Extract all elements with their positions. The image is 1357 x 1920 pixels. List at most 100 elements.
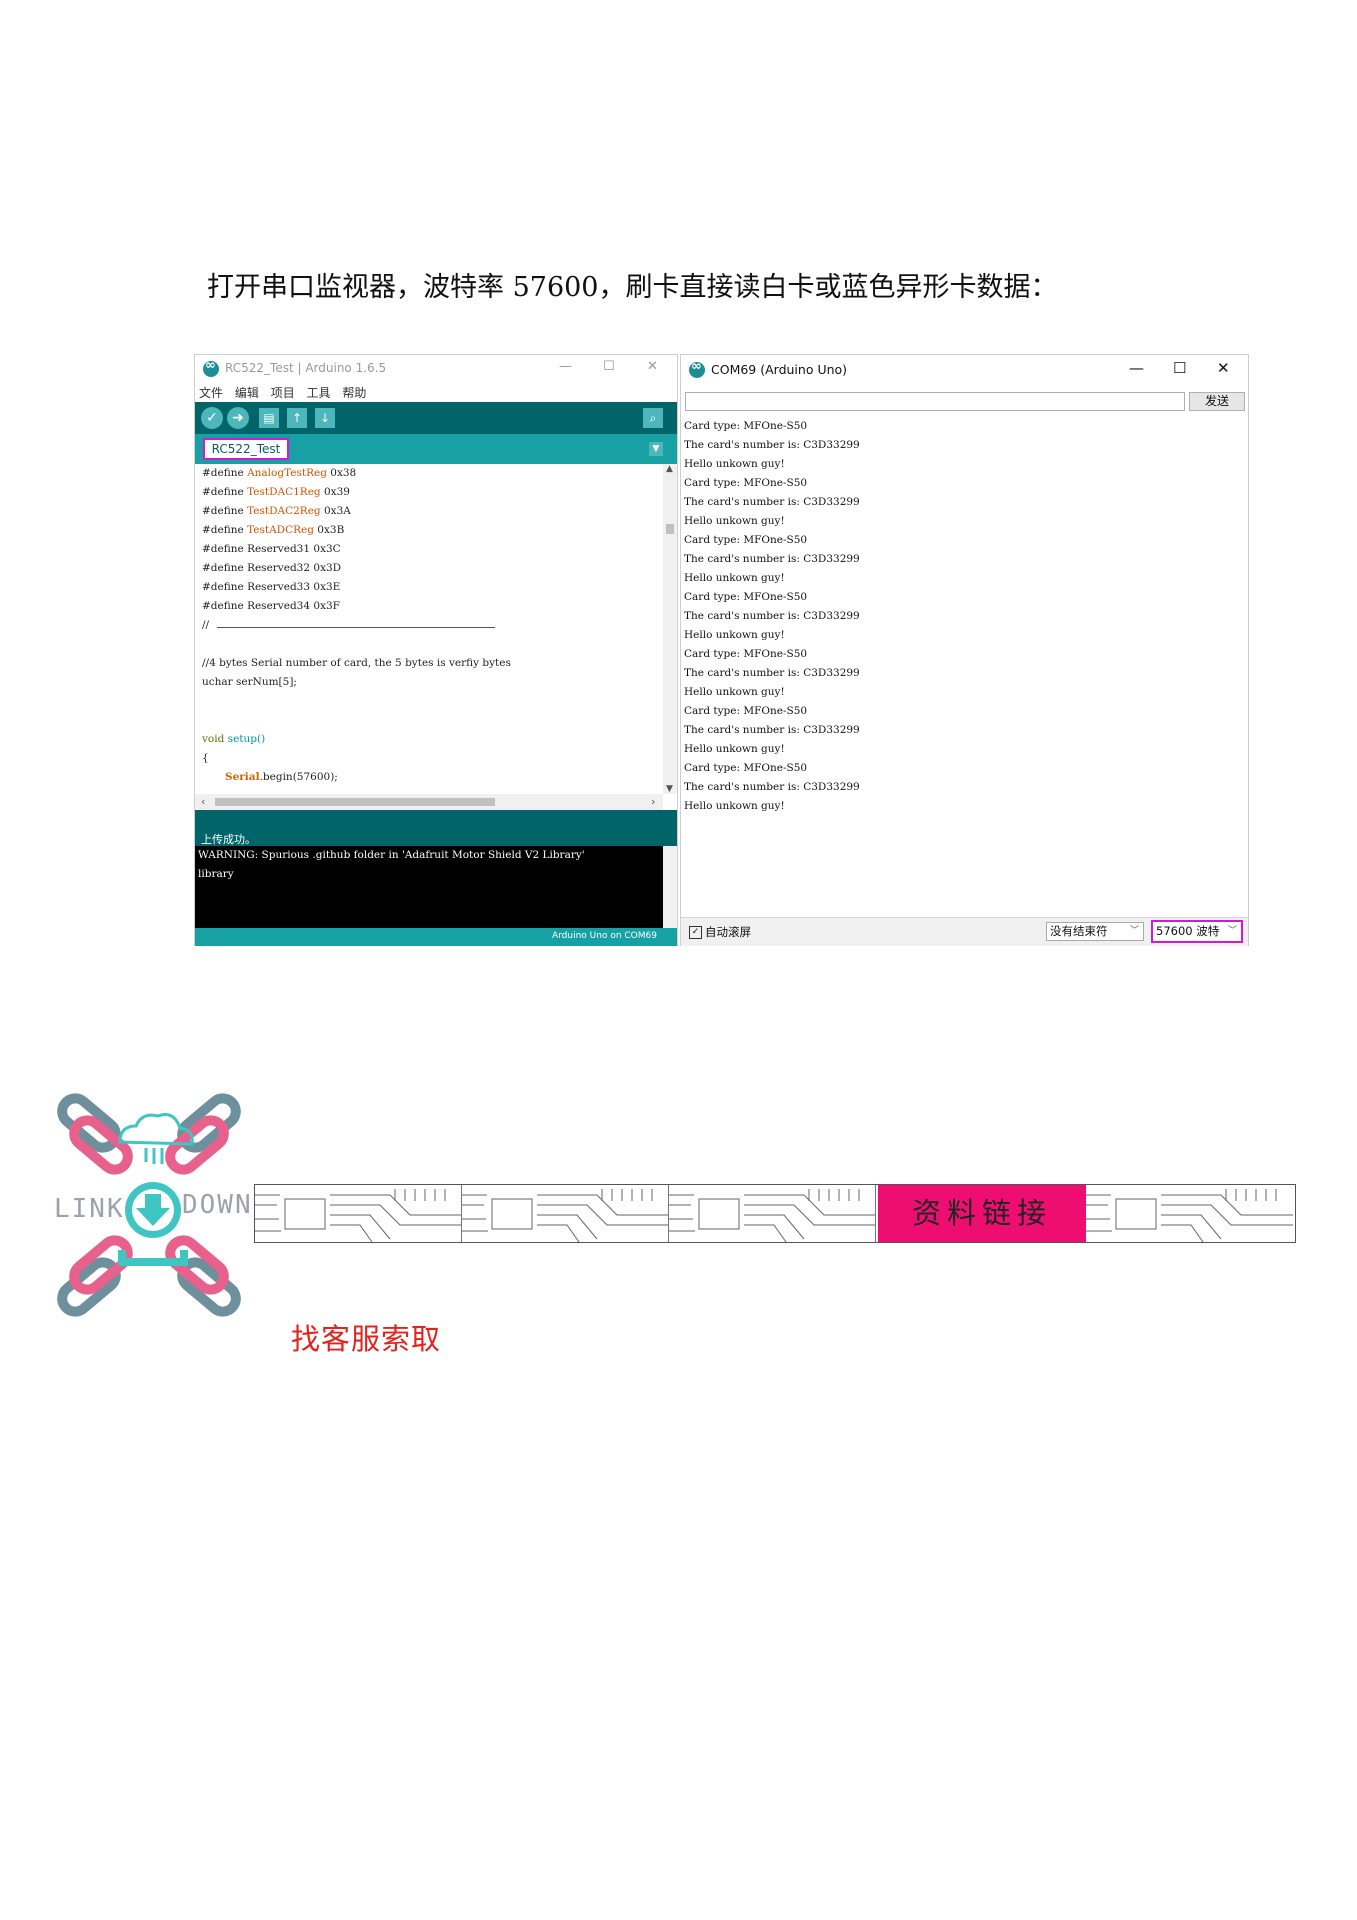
minimize-icon[interactable]: — bbox=[559, 359, 572, 374]
circuit-pattern-icon bbox=[462, 1185, 669, 1242]
ide-tabbar: RC522_Test ▼ bbox=[195, 434, 677, 464]
resource-link-button[interactable]: 资料链接 bbox=[878, 1185, 1086, 1242]
output-line: The card's number is: C3D33299 bbox=[684, 439, 860, 451]
minimize-icon[interactable]: — bbox=[1129, 359, 1144, 377]
output-line: Card type: MFOne-S50 bbox=[684, 477, 808, 489]
menu-edit[interactable]: 编辑 bbox=[235, 386, 259, 400]
resource-banner: 资料链接 bbox=[254, 1184, 1296, 1243]
menu-sketch[interactable]: 项目 bbox=[271, 386, 295, 400]
code-line: #define TestDAC2Reg 0x3A bbox=[202, 505, 351, 517]
code-line: #define AnalogTestReg 0x38 bbox=[202, 467, 357, 479]
down-word: DOWN bbox=[182, 1190, 253, 1220]
output-line: Hello unkown guy! bbox=[684, 800, 785, 812]
comment-divider bbox=[217, 627, 495, 628]
output-line: Hello unkown guy! bbox=[684, 458, 785, 470]
output-line: The card's number is: C3D33299 bbox=[684, 781, 860, 793]
scroll-down-icon[interactable]: ▼ bbox=[666, 784, 673, 794]
code-line: void setup() bbox=[202, 733, 266, 745]
output-line: The card's number is: C3D33299 bbox=[684, 724, 860, 736]
editor-horizontal-scrollbar[interactable]: ‹ › bbox=[195, 794, 663, 810]
ide-toolbar: ✓ ➜ ▤ ↑ ↓ ⌕ bbox=[195, 402, 677, 434]
monitor-titlebar: COM69 (Arduino Uno) — ☐ ✕ bbox=[681, 355, 1248, 385]
ide-title: RC522_Test | Arduino 1.6.5 bbox=[225, 361, 387, 375]
scroll-thumb[interactable] bbox=[215, 798, 495, 806]
scroll-right-icon[interactable]: › bbox=[651, 795, 655, 808]
arduino-logo-icon bbox=[203, 358, 219, 377]
code-comment: //4 bytes Serial number of card, the 5 b… bbox=[202, 657, 511, 669]
serial-output: Card type: MFOne-S50 The card's number i… bbox=[681, 417, 1248, 917]
link-word: LINK bbox=[54, 1194, 125, 1224]
scroll-left-icon[interactable]: ‹ bbox=[201, 795, 205, 808]
ide-footer: Arduino Uno on COM69 bbox=[195, 928, 677, 946]
board-port: Arduino Uno on COM69 bbox=[551, 931, 657, 941]
circuit-pattern-icon bbox=[1086, 1185, 1293, 1242]
send-button[interactable]: 发送 bbox=[1189, 392, 1245, 411]
code-line: #define TestDAC1Reg 0x39 bbox=[202, 486, 350, 498]
circuit-pattern-icon bbox=[255, 1185, 462, 1242]
line-ending-select[interactable]: 没有结束符 ﹀ bbox=[1046, 922, 1144, 941]
autoscroll-label: 自动滚屏 bbox=[705, 925, 751, 939]
code-line: Serial.begin(57600); bbox=[225, 771, 338, 783]
output-line: The card's number is: C3D33299 bbox=[684, 553, 860, 565]
ide-console: WARNING: Spurious .github folder in 'Ada… bbox=[195, 846, 677, 928]
new-sketch-icon[interactable]: ▤ bbox=[259, 408, 279, 428]
maximize-icon[interactable]: ☐ bbox=[603, 359, 615, 374]
output-line: Card type: MFOne-S50 bbox=[684, 648, 808, 660]
code-line: #define Reserved32 0x3D bbox=[202, 562, 342, 574]
arduino-logo-icon bbox=[689, 359, 705, 378]
serial-monitor-icon[interactable]: ⌕ bbox=[643, 408, 663, 428]
editor-vertical-scrollbar[interactable]: ▲ ▼ bbox=[663, 464, 677, 794]
console-line: WARNING: Spurious .github folder in 'Ada… bbox=[198, 849, 585, 861]
output-line: Hello unkown guy! bbox=[684, 629, 785, 641]
baud-rate-select[interactable]: 57600 波特 ﹀ bbox=[1151, 920, 1243, 943]
upload-icon[interactable]: ➜ bbox=[227, 407, 249, 429]
code-line: #define Reserved31 0x3C bbox=[202, 543, 341, 555]
output-line: Card type: MFOne-S50 bbox=[684, 705, 808, 717]
output-line: Hello unkown guy! bbox=[684, 572, 785, 584]
output-line: Card type: MFOne-S50 bbox=[684, 420, 808, 432]
monitor-title: COM69 (Arduino Uno) bbox=[711, 362, 848, 377]
output-line: Hello unkown guy! bbox=[684, 743, 785, 755]
console-line: library bbox=[198, 868, 234, 880]
serial-monitor-window: COM69 (Arduino Uno) — ☐ ✕ 发送 Card type: … bbox=[680, 354, 1249, 946]
output-line: The card's number is: C3D33299 bbox=[684, 496, 860, 508]
autoscroll-checkbox[interactable]: ✓ bbox=[689, 926, 702, 939]
code-line: { bbox=[202, 752, 209, 764]
serial-input[interactable] bbox=[685, 392, 1185, 411]
menu-tools[interactable]: 工具 bbox=[307, 386, 331, 400]
save-sketch-icon[interactable]: ↓ bbox=[315, 408, 335, 428]
output-line: Hello unkown guy! bbox=[684, 515, 785, 527]
link-download-logo: LINK DOWN bbox=[50, 1090, 253, 1320]
verify-icon[interactable]: ✓ bbox=[201, 407, 223, 429]
menu-help[interactable]: 帮助 bbox=[342, 386, 366, 400]
open-sketch-icon[interactable]: ↑ bbox=[287, 408, 307, 428]
output-line: The card's number is: C3D33299 bbox=[684, 667, 860, 679]
code-line: #define Reserved33 0x3E bbox=[202, 581, 341, 593]
console-scrollbar[interactable] bbox=[663, 846, 677, 928]
upload-status: 上传成功。 bbox=[201, 833, 256, 846]
circuit-pattern-icon bbox=[669, 1185, 876, 1242]
close-icon[interactable]: ✕ bbox=[1217, 359, 1230, 377]
arduino-ide-window: RC522_Test | Arduino 1.6.5 — ☐ ✕ 文件 编辑 项… bbox=[194, 354, 678, 946]
ide-status-bar bbox=[195, 810, 677, 846]
tab-menu-icon[interactable]: ▼ bbox=[649, 442, 663, 456]
output-line: The card's number is: C3D33299 bbox=[684, 610, 860, 622]
monitor-bottom-bar: ✓ 自动滚屏 没有结束符 ﹀ 57600 波特 ﹀ bbox=[681, 917, 1248, 946]
code-line: #define TestADCReg 0x3B bbox=[202, 524, 345, 536]
chevron-down-icon: ﹀ bbox=[1129, 926, 1139, 936]
output-line: Card type: MFOne-S50 bbox=[684, 534, 808, 546]
scroll-thumb[interactable] bbox=[666, 524, 674, 534]
tab-rc522-test[interactable]: RC522_Test bbox=[203, 438, 289, 460]
contact-support-text: 找客服索取 bbox=[291, 1322, 442, 1356]
intro-text: 打开串口监视器，波特率 57600，刷卡直接读白卡或蓝色异形卡数据： bbox=[207, 272, 1058, 303]
ide-menubar: 文件 编辑 项目 工具 帮助 bbox=[199, 384, 374, 401]
code-line: uchar serNum[5]; bbox=[202, 676, 297, 688]
ide-titlebar: RC522_Test | Arduino 1.6.5 — ☐ ✕ bbox=[195, 355, 677, 383]
code-line: #define Reserved34 0x3F bbox=[202, 600, 340, 612]
menu-file[interactable]: 文件 bbox=[199, 386, 223, 400]
code-comment-rule: // bbox=[202, 619, 210, 631]
close-icon[interactable]: ✕ bbox=[647, 359, 658, 374]
code-editor[interactable]: #define AnalogTestReg 0x38 #define TestD… bbox=[195, 464, 663, 794]
maximize-icon[interactable]: ☐ bbox=[1173, 359, 1186, 377]
scroll-up-icon[interactable]: ▲ bbox=[666, 464, 673, 474]
